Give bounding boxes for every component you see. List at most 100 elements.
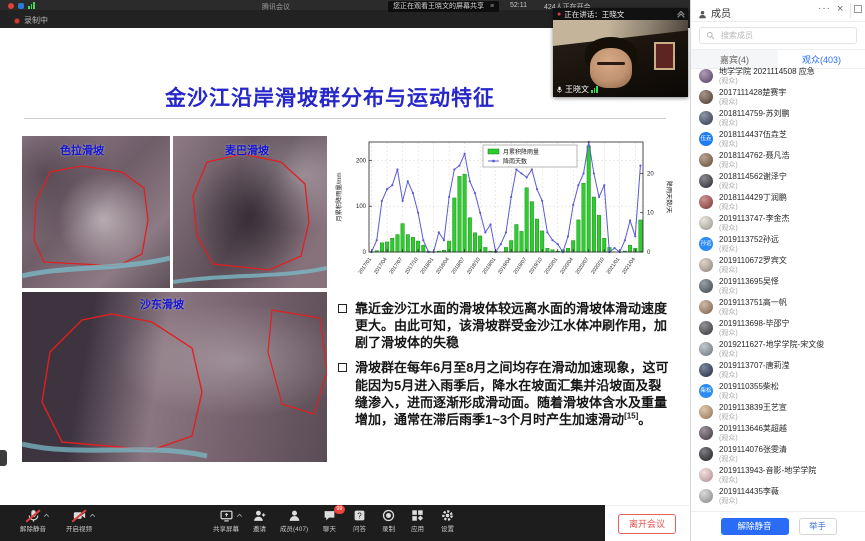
person-face xyxy=(590,48,632,88)
screen-share-tooltip: 您正在观看王晓文的屏幕共享 ≡ xyxy=(388,1,499,12)
member-row[interactable]: 2019113747-李金杰(观众) xyxy=(691,213,865,234)
sidebar-handle[interactable] xyxy=(0,450,7,466)
toolbar-share-screen-button[interactable]: 共享屏幕 xyxy=(213,509,239,533)
members-icon xyxy=(698,6,707,24)
speaking-label: 正在讲话：王晓文 xyxy=(564,9,624,20)
mic-small-icon xyxy=(556,85,563,94)
svg-text:2018/01: 2018/01 xyxy=(420,257,436,276)
record-dot-icon xyxy=(14,18,20,24)
member-row[interactable]: 2019113695吴怿(观众) xyxy=(691,276,865,297)
member-name: 地学学院 2021114508 应急 xyxy=(719,66,859,77)
member-role: (观众) xyxy=(719,77,865,86)
member-row[interactable]: 伍垚2018114437伍垚芝(观众) xyxy=(691,129,865,150)
recording-label: 录制中 xyxy=(24,15,48,26)
svg-text:2020/04: 2020/04 xyxy=(559,257,575,276)
member-row[interactable]: 孙远2019113752孙远(观众) xyxy=(691,234,865,255)
unmute-button[interactable]: 解除静音 xyxy=(721,518,789,535)
member-row[interactable]: 2019113646荚超越(观众) xyxy=(691,423,865,444)
toolbar-apps-button[interactable]: 应用 xyxy=(410,509,425,533)
member-row[interactable]: 2019113943-音影-地学学院(观众) xyxy=(691,465,865,486)
bullet-square-icon xyxy=(338,363,347,372)
mic-muted-icon xyxy=(26,509,41,524)
svg-text:2021/01: 2021/01 xyxy=(606,257,622,276)
svg-text:降雨天数: 降雨天数 xyxy=(503,158,527,166)
popout-icon[interactable] xyxy=(854,5,862,13)
toolbar-item-label: 共享屏幕 xyxy=(213,526,239,533)
speaker-signal-icon xyxy=(591,86,598,93)
member-avatar xyxy=(699,489,713,503)
member-row[interactable]: 2019110672罗宾文(观众) xyxy=(691,255,865,276)
panel-footer: 解除静音 举手 xyxy=(691,511,865,541)
video-feed: 王晓文 xyxy=(553,20,688,97)
toolbar-qa-button[interactable]: ?问答 xyxy=(352,509,367,533)
chevron-up-icon[interactable] xyxy=(236,512,243,519)
member-row[interactable]: 2018114762-聂凡浩(观众) xyxy=(691,150,865,171)
member-search[interactable] xyxy=(699,27,857,44)
bullet-square-icon xyxy=(338,304,347,313)
member-name: 2019113752孙远 xyxy=(719,234,859,245)
member-row[interactable]: 2018114562谢泽宁(观众) xyxy=(691,171,865,192)
svg-text:2019/10: 2019/10 xyxy=(528,257,544,276)
member-role: (观众) xyxy=(719,182,865,191)
svg-text:2018/07: 2018/07 xyxy=(451,257,467,276)
members-icon xyxy=(287,509,302,524)
status-icons xyxy=(8,2,35,9)
search-input[interactable] xyxy=(719,30,839,41)
tencent-meeting-window: 腾讯会议 录制中 您正在观看王晓文的屏幕共享 ≡ 52:11 424人正在开会 … xyxy=(0,0,865,541)
close-panel-button[interactable]: × xyxy=(837,3,843,15)
member-role: (观众) xyxy=(719,308,865,317)
bullet-text: 靠近金沙江水面的滑坡体较远离水面的滑坡体滑动速度更大。由此可知，该滑坡群受金沙江… xyxy=(355,300,674,351)
slide-divider xyxy=(24,118,666,119)
member-role: (观众) xyxy=(719,413,865,422)
member-role: (观众) xyxy=(719,266,865,275)
member-role: (观众) xyxy=(719,140,865,149)
member-row[interactable]: 2017111428楚赛宇(观众) xyxy=(691,87,865,108)
member-row[interactable]: 2019114076张雯清(观众) xyxy=(691,444,865,465)
toolbar-chat-button[interactable]: 99聊天 xyxy=(322,509,337,533)
more-options-button[interactable]: ··· xyxy=(818,3,831,14)
member-avatar xyxy=(699,447,713,461)
camera-off-icon xyxy=(72,509,87,524)
member-row[interactable]: 2019113707-唐莉滢(观众) xyxy=(691,360,865,381)
member-name: 2019114076张雯清 xyxy=(719,444,859,455)
panel-header: 成员 ··· × xyxy=(691,0,865,22)
member-row[interactable]: 地学学院 2021114508 应急(观众) xyxy=(691,66,865,87)
member-name: 2019114435李薇 xyxy=(719,486,859,497)
member-role: (观众) xyxy=(719,434,865,443)
speaker-video-thumbnail[interactable]: ● 正在讲话：王晓文 王晓文 xyxy=(553,8,688,97)
leave-area: 离开会议 xyxy=(605,505,690,541)
panel-title: 成员 xyxy=(711,5,731,20)
toolbar-camera-off-button[interactable]: 开启视频 xyxy=(66,509,92,533)
member-avatar xyxy=(699,342,713,356)
member-row[interactable]: 2019211627-地学学院-宋文俊(观众) xyxy=(691,339,865,360)
member-avatar xyxy=(699,90,713,104)
member-role: (观众) xyxy=(719,203,865,212)
toolbar-item-label: 成员(407) xyxy=(280,526,308,533)
member-role: (观众) xyxy=(719,497,865,506)
svg-text:2020/10: 2020/10 xyxy=(590,257,606,276)
member-name: 2019113747-李金杰 xyxy=(719,213,859,224)
member-role: (观众) xyxy=(719,245,865,254)
member-row[interactable]: 2019113698-毕邵宁(观众) xyxy=(691,318,865,339)
member-name: 2019113695吴怿 xyxy=(719,276,859,287)
menu-icon[interactable]: ≡ xyxy=(490,3,494,10)
toolbar-mic-muted-button[interactable]: 解除静音 xyxy=(20,509,46,533)
member-row[interactable]: 2019113751高一帆(观众) xyxy=(691,297,865,318)
toolbar-invite-button[interactable]: 邀请 xyxy=(252,509,267,533)
member-row[interactable]: 2018114759-苏刘鹏(观众) xyxy=(691,108,865,129)
toolbar-item-label: 录制 xyxy=(381,526,396,533)
chevron-up-icon[interactable] xyxy=(43,512,50,519)
raise-hand-button[interactable]: 举手 xyxy=(799,518,837,535)
member-row[interactable]: 2018114429丁润鹏(观众) xyxy=(691,192,865,213)
member-row[interactable]: 柴松2019110355柴松(观众) xyxy=(691,381,865,402)
rainfall-chart: 0100200010202017/012017/042017/072017/10… xyxy=(333,132,673,294)
toolbar-settings-button[interactable]: 设置 xyxy=(440,509,455,533)
landslide-label: 麦巴滑坡 xyxy=(225,142,269,158)
member-row[interactable]: 2019113839王艺宣(观众) xyxy=(691,402,865,423)
toolbar-members-button[interactable]: 成员(407) xyxy=(280,509,308,533)
member-row[interactable]: 2019114435李薇(观众) xyxy=(691,486,865,507)
chevron-up-icon[interactable] xyxy=(89,512,96,519)
leave-meeting-button[interactable]: 离开会议 xyxy=(618,514,676,534)
toolbar-record-button[interactable]: 录制 xyxy=(381,509,396,533)
svg-text:?: ? xyxy=(357,511,362,520)
